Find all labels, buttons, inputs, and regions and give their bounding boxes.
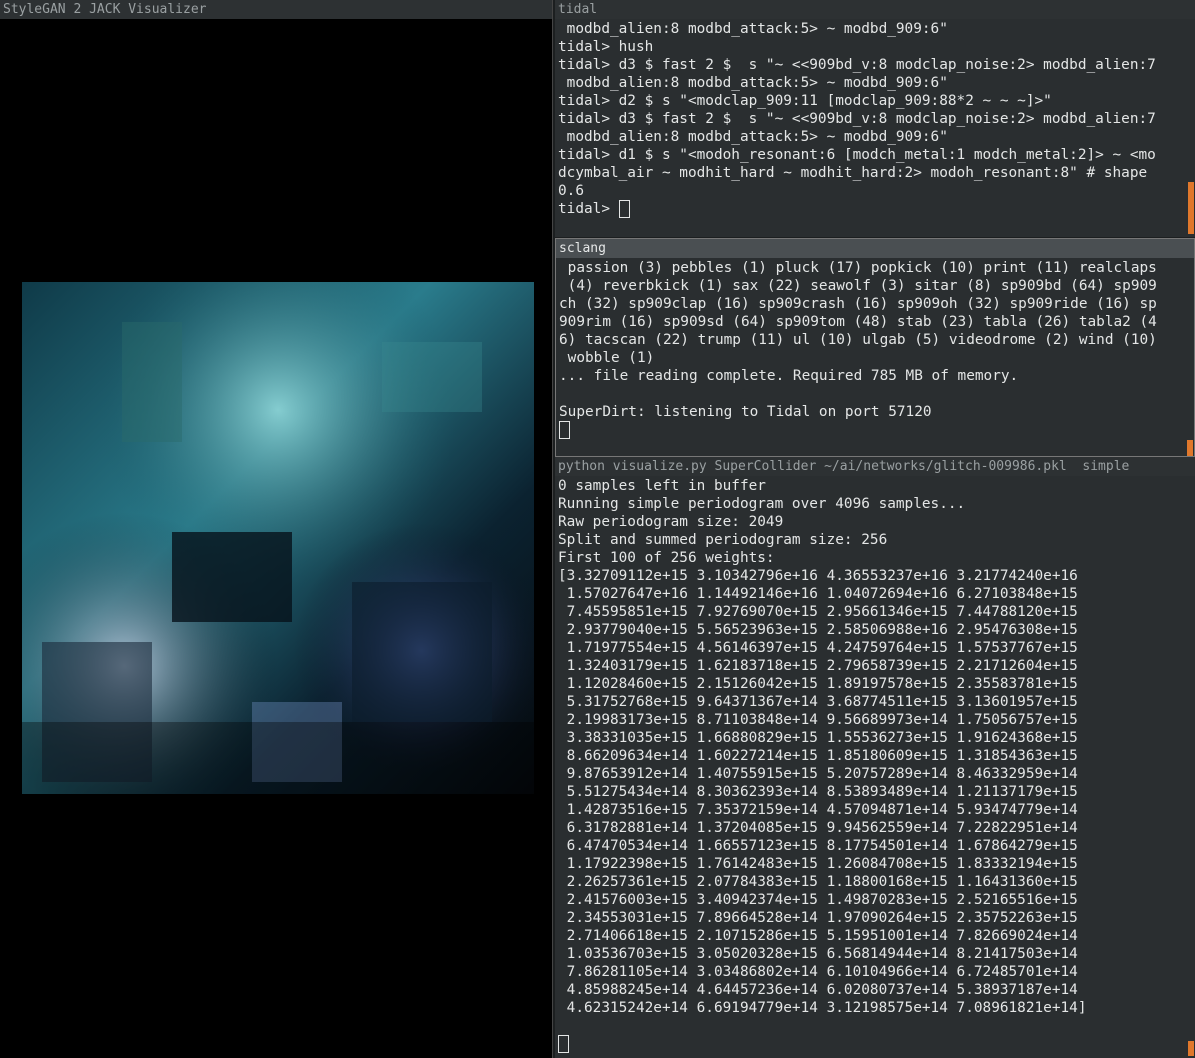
visualizer-title[interactable]: StyleGAN 2 JACK Visualizer — [0, 0, 552, 19]
python-terminal-output[interactable]: 0 samples left in buffer Running simple p… — [555, 476, 1195, 1058]
terminal-line: modbd_alien:8 modbd_attack:5> ~ modbd_90… — [558, 75, 948, 91]
scrollbar-thumb[interactable] — [1187, 440, 1193, 456]
terminal-line: 7.86281105e+14 3.03486802e+14 6.10104966… — [558, 964, 1078, 980]
terminal-line: dcymbal_air ~ modhit_hard ~ modhit_hard:… — [558, 165, 1148, 181]
python-cursor-line[interactable] — [558, 1035, 1191, 1053]
terminal-line: 1.03536703e+15 3.05020328e+15 6.56814944… — [558, 946, 1078, 962]
terminal-line: 7.45595851e+15 7.92769070e+15 2.95661346… — [558, 604, 1078, 620]
terminal-line: 2.71406618e+15 2.10715286e+15 5.15951001… — [558, 928, 1078, 944]
tidal-title[interactable]: tidal — [555, 0, 1195, 19]
stylegan-output-image — [22, 282, 534, 794]
terminal-line: First 100 of 256 weights: — [558, 550, 775, 566]
terminal-line: 2.26257361e+15 2.07784383e+15 1.18800168… — [558, 874, 1078, 890]
tidal-terminal-output[interactable]: modbd_alien:8 modbd_attack:5> ~ modbd_90… — [555, 19, 1195, 237]
terminal-line: 909rim (16) sp909sd (64) sp909tom (48) s… — [559, 314, 1157, 330]
terminal-line: 1.17922398e+15 1.76142483e+15 1.26084708… — [558, 856, 1078, 872]
terminal-line: 2.34553031e+15 7.89664528e+14 1.97090264… — [558, 910, 1078, 926]
terminal-line: 5.51275434e+14 8.30362393e+14 8.53893489… — [558, 784, 1078, 800]
terminal-line: 1.57027647e+16 1.14492146e+16 1.04072694… — [558, 586, 1078, 602]
terminal-line: Running simple periodogram over 4096 sam… — [558, 496, 966, 512]
terminal-line: Raw periodogram size: 2049 — [558, 514, 784, 530]
terminal-line: 1.12028460e+15 2.15126042e+15 1.89197578… — [558, 676, 1078, 692]
sclang-terminal-window: sclang passion (3) pebbles (1) pluck (17… — [555, 238, 1195, 457]
terminal-line: tidal> d1 $ s "<modoh_resonant:6 [modch_… — [558, 147, 1156, 163]
terminal-line: [3.32709112e+15 3.10342796e+16 4.3655323… — [558, 568, 1078, 584]
terminal-line: 4.62315242e+14 6.69194779e+14 3.12198575… — [558, 1000, 1087, 1016]
tidal-terminal-window: tidal modbd_alien:8 modbd_attack:5> ~ mo… — [555, 0, 1195, 237]
terminal-line: 6) tacscan (22) trump (11) ul (10) ulgab… — [559, 332, 1157, 348]
terminal-line: 8.66209634e+14 1.60227214e+15 1.85180609… — [558, 748, 1078, 764]
terminal-line: 3.38331035e+15 1.66880829e+15 1.55536273… — [558, 730, 1078, 746]
terminal-line: ch (32) sp909clap (16) sp909crash (16) s… — [559, 296, 1157, 312]
terminal-line: 6.31782881e+14 1.37204085e+15 9.94562559… — [558, 820, 1078, 836]
terminal-line: tidal> d3 $ fast 2 $ s "~ <<909bd_v:8 mo… — [558, 57, 1156, 73]
terminal-line: tidal> d3 $ fast 2 $ s "~ <<909bd_v:8 mo… — [558, 111, 1156, 127]
visualizer-window: StyleGAN 2 JACK Visualizer — [0, 0, 553, 1058]
sclang-cursor-line[interactable] — [559, 421, 1190, 439]
tidal-prompt-line[interactable]: tidal> — [558, 200, 1191, 218]
text-cursor — [559, 421, 570, 439]
terminal-line: passion (3) pebbles (1) pluck (17) popki… — [559, 260, 1157, 276]
terminal-line: 0 samples left in buffer — [558, 478, 766, 494]
terminal-line: 2.41576003e+15 3.40942374e+15 1.49870283… — [558, 892, 1078, 908]
text-cursor — [558, 1035, 569, 1053]
terminal-line: 4.85988245e+14 4.64457236e+14 6.02080737… — [558, 982, 1078, 998]
terminal-line: ... file reading complete. Required 785 … — [559, 368, 1019, 384]
terminal-line: 2.93779040e+15 5.56523963e+15 2.58506988… — [558, 622, 1078, 638]
sclang-terminal-output[interactable]: passion (3) pebbles (1) pluck (17) popki… — [556, 258, 1194, 456]
terminal-line: (4) reverbkick (1) sax (22) seawolf (3) … — [559, 278, 1157, 294]
text-cursor — [618, 200, 630, 218]
terminal-line: SuperDirt: listening to Tidal on port 57… — [559, 404, 932, 420]
terminal-line: 0.6 — [558, 183, 584, 199]
terminal-line: 5.31752768e+15 9.64371367e+14 3.68774511… — [558, 694, 1078, 710]
terminal-line: modbd_alien:8 modbd_attack:5> ~ modbd_90… — [558, 129, 948, 145]
python-terminal-window: python visualize.py SuperCollider ~/ai/n… — [555, 457, 1195, 1058]
terminal-line: wobble (1) — [559, 350, 655, 366]
terminal-line: 1.71977554e+15 4.56146397e+15 4.24759764… — [558, 640, 1078, 656]
terminal-line: Split and summed periodogram size: 256 — [558, 532, 888, 548]
scrollbar-thumb[interactable] — [1188, 1041, 1194, 1056]
tidal-prompt: tidal> — [558, 201, 619, 217]
terminal-line: 1.32403179e+15 1.62183718e+15 2.79658739… — [558, 658, 1078, 674]
sclang-title[interactable]: sclang — [556, 239, 1194, 258]
terminal-line: tidal> hush — [558, 39, 654, 55]
terminal-line: 2.19983173e+15 8.71103848e+14 9.56689973… — [558, 712, 1078, 728]
terminal-line: modbd_alien:8 modbd_attack:5> ~ modbd_90… — [558, 21, 948, 37]
terminal-line: 1.42873516e+15 7.35372159e+14 4.57094871… — [558, 802, 1078, 818]
terminal-line: 6.47470534e+14 1.66557123e+15 8.17754501… — [558, 838, 1078, 854]
python-title[interactable]: python visualize.py SuperCollider ~/ai/n… — [555, 457, 1195, 476]
terminal-line: tidal> d2 $ s "<modclap_909:11 [modclap_… — [558, 93, 1052, 109]
scrollbar-thumb[interactable] — [1188, 182, 1194, 234]
terminal-line: 9.87653912e+14 1.40755915e+15 5.20757289… — [558, 766, 1078, 782]
